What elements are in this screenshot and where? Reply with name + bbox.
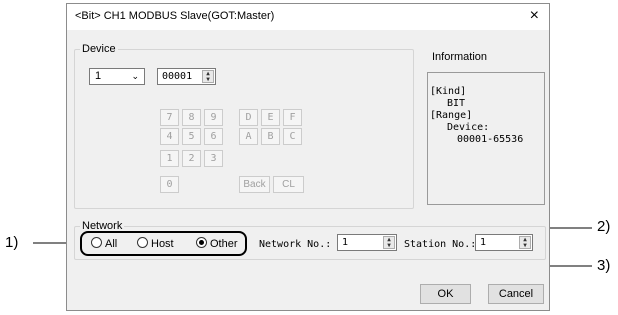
station-no-label: Station No.: [404, 239, 477, 250]
callout-1: 1) [5, 234, 19, 251]
info-kind-label: [Kind] [430, 86, 467, 97]
key-3[interactable]: 3 [204, 150, 223, 167]
window-title: <Bit> CH1 MODBUS Slave(GOT:Master) [75, 10, 275, 22]
info-range-device: Device: [447, 122, 490, 133]
key-7[interactable]: 7 [160, 109, 179, 126]
key-9[interactable]: 9 [204, 109, 223, 126]
key-clear[interactable]: CL [273, 176, 304, 193]
station-select[interactable]: 1 ⌄ [89, 68, 145, 85]
key-a[interactable]: A [239, 128, 258, 145]
callout-3: 3) [597, 257, 611, 274]
ok-button[interactable]: OK [420, 284, 471, 304]
info-kind-value: BIT [447, 98, 466, 109]
key-d[interactable]: D [239, 109, 258, 126]
callout-2: 2) [597, 218, 611, 235]
spin-updown-icon[interactable]: ▲ ▼ [383, 236, 395, 249]
callout-1-highlight [80, 231, 247, 256]
spin-updown-icon[interactable]: ▲ ▼ [519, 236, 531, 249]
key-1[interactable]: 1 [160, 150, 179, 167]
key-b[interactable]: B [261, 128, 280, 145]
network-no-input[interactable]: 1 ▲ ▼ [337, 234, 397, 251]
close-icon[interactable]: × [530, 6, 539, 26]
title-bar: <Bit> CH1 MODBUS Slave(GOT:Master) × [67, 4, 549, 30]
key-4[interactable]: 4 [160, 128, 179, 145]
key-8[interactable]: 8 [182, 109, 201, 126]
key-back[interactable]: Back [239, 176, 270, 193]
key-f[interactable]: F [283, 109, 302, 126]
device-address-value: 00001 [162, 71, 193, 82]
station-no-value: 1 [480, 237, 487, 248]
key-2[interactable]: 2 [182, 150, 201, 167]
spin-updown-icon[interactable]: ▲ ▼ [202, 70, 214, 83]
station-select-value: 1 [95, 70, 102, 82]
key-6[interactable]: 6 [204, 128, 223, 145]
information-panel: [Kind] BIT [Range] Device: 00001-65536 [427, 72, 545, 205]
chevron-down-icon: ⌄ [131, 71, 139, 81]
station-no-input[interactable]: 1 ▲ ▼ [475, 234, 533, 251]
device-address-input[interactable]: 00001 ▲ ▼ [157, 68, 216, 85]
key-e[interactable]: E [261, 109, 280, 126]
cancel-button[interactable]: Cancel [488, 284, 544, 304]
key-0[interactable]: 0 [160, 176, 179, 193]
network-no-label: Network No.: [259, 239, 332, 250]
network-no-value: 1 [342, 237, 349, 248]
key-5[interactable]: 5 [182, 128, 201, 145]
info-range-label: [Range] [430, 110, 473, 121]
key-c[interactable]: C [283, 128, 302, 145]
device-group-label: Device [80, 42, 118, 56]
information-title: Information [432, 51, 488, 63]
info-range-value: 00001-65536 [457, 134, 524, 145]
